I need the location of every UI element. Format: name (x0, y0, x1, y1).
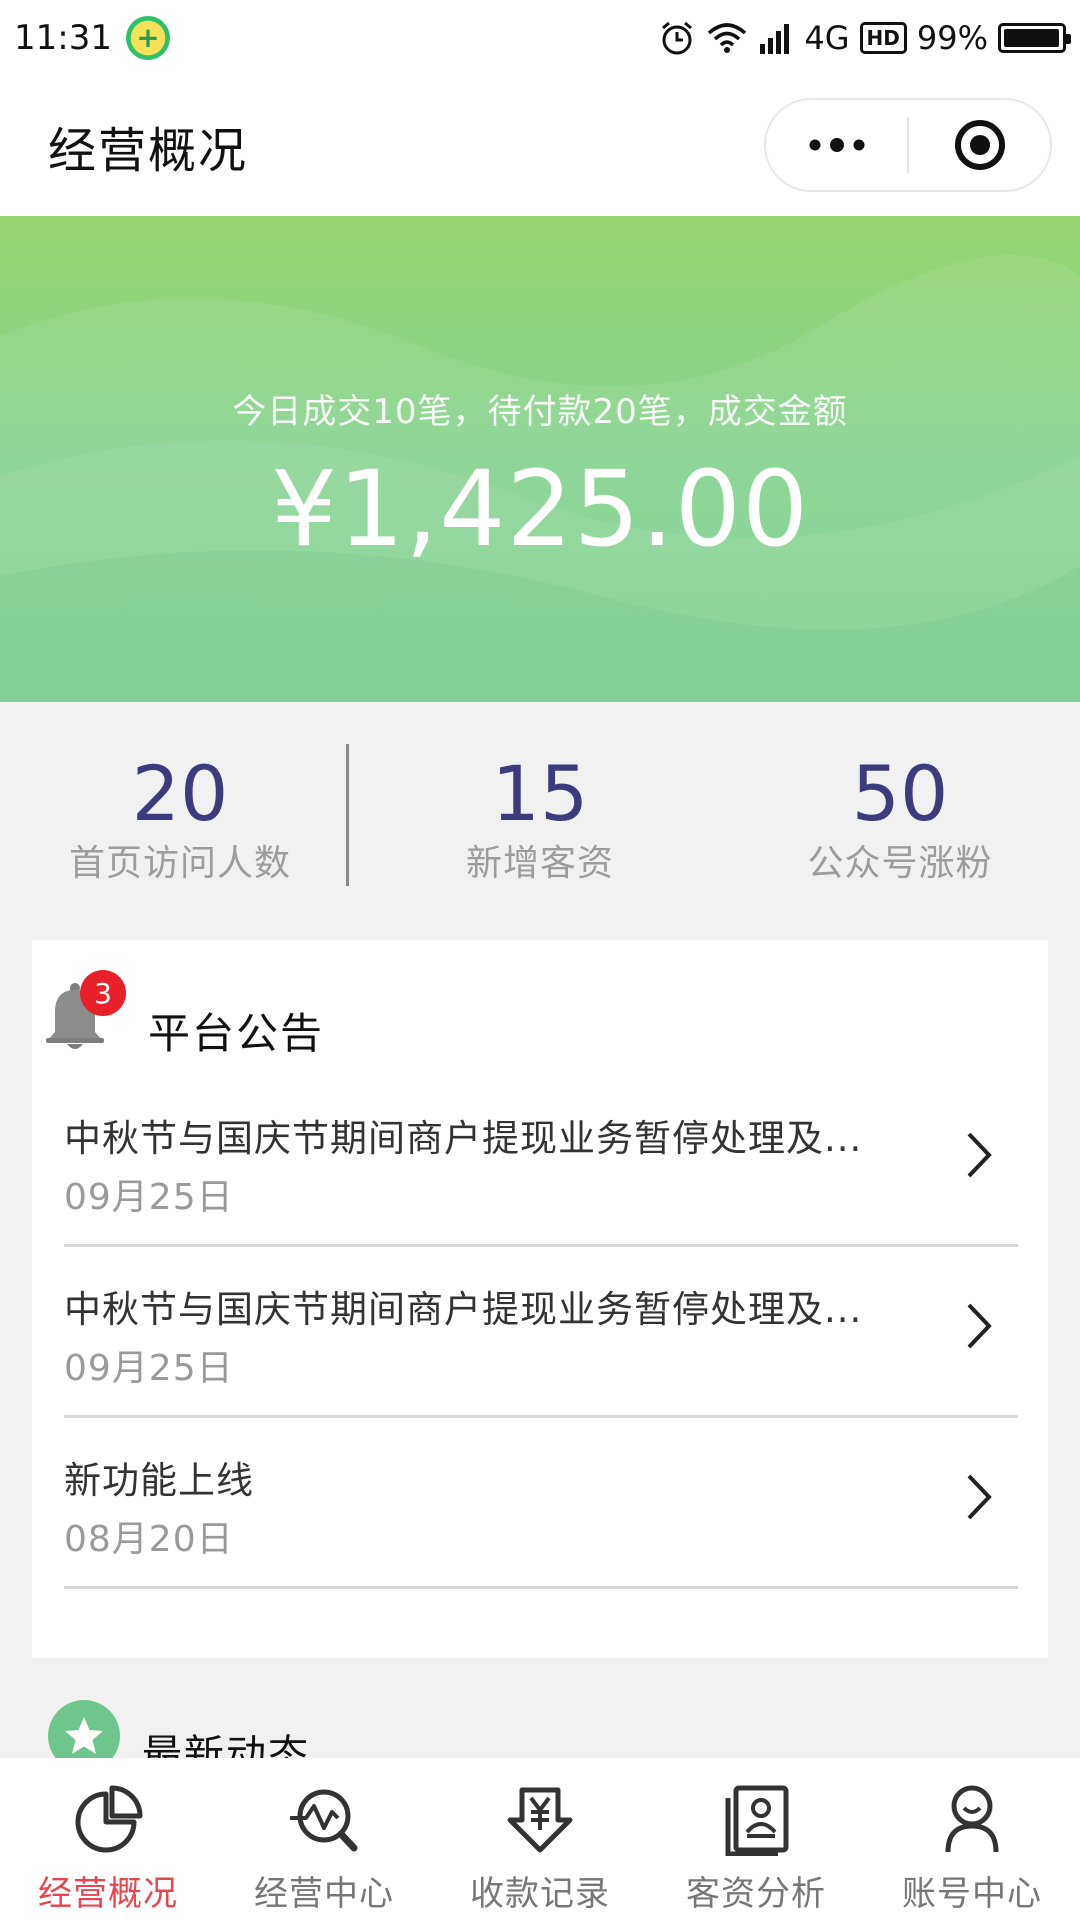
stat-value: 50 (851, 749, 949, 838)
sales-amount: ¥1,425.00 (270, 448, 810, 570)
notice-date: 09月25日 (64, 1177, 234, 1218)
notice-item[interactable]: 中秋节与国庆节期间商户提现业务暂停处理及... 09月25日 (64, 1247, 1018, 1418)
stats-divider (346, 744, 349, 886)
network-type: 4G (804, 19, 850, 57)
notice-title: 新功能上线 (64, 1459, 254, 1502)
yen-download-icon (500, 1780, 580, 1860)
tab-label: 经营中心 (254, 1874, 394, 1914)
stat-new-leads[interactable]: 15 新增客资 (360, 756, 720, 886)
alarm-icon (658, 19, 696, 57)
notice-date: 08月20日 (64, 1519, 234, 1560)
analytics-search-icon (284, 1780, 364, 1860)
chevron-right-icon (967, 1474, 992, 1520)
stats-row: 20 首页访问人数 15 新增客资 50 公众号涨粉 (0, 702, 1080, 940)
tab-label: 经营概况 (38, 1874, 178, 1914)
notice-item[interactable]: 新功能上线 08月20日 (64, 1418, 1018, 1589)
pie-chart-icon (68, 1780, 148, 1860)
stat-value: 15 (491, 749, 589, 838)
platform-notice-card: 3 平台公告 中秋节与国庆节期间商户提现业务暂停处理及... 09月25日 中秋… (32, 940, 1048, 1658)
chevron-right-icon (967, 1132, 992, 1178)
target-icon (954, 120, 1005, 170)
tab-label: 收款记录 (470, 1874, 610, 1914)
wifi-icon (706, 21, 748, 55)
user-icon (932, 1780, 1012, 1860)
tab-account-center[interactable]: 账号中心 (864, 1758, 1080, 1920)
sales-summary-text: 今日成交10笔，待付款20笔，成交金额 (232, 392, 848, 432)
status-bar: 11:31 + 4G HD 99% (0, 0, 1080, 76)
tab-lead-analysis[interactable]: 客资分析 (648, 1758, 864, 1920)
hd-icon: HD (859, 22, 907, 54)
notice-title: 中秋节与国庆节期间商户提现业务暂停处理及... (64, 1288, 863, 1331)
tab-label: 账号中心 (902, 1874, 1042, 1914)
notice-item[interactable]: 中秋节与国庆节期间商户提现业务暂停处理及... 09月25日 (64, 1076, 1018, 1247)
signal-icon (758, 22, 794, 54)
battery-percent: 99% (916, 19, 988, 57)
battery-icon (998, 23, 1071, 53)
battery-level (1004, 29, 1060, 47)
stat-value: 20 (131, 749, 229, 838)
app-notification-icon: + (125, 16, 170, 60)
notice-card-header: 3 平台公告 (32, 940, 1048, 1076)
stat-homepage-visitors[interactable]: 20 首页访问人数 (0, 756, 360, 886)
page-title: 经营概况 (48, 123, 249, 179)
nav-bar: 经营概况 (0, 76, 1080, 216)
contact-book-icon (716, 1780, 796, 1860)
stat-label: 新增客资 (465, 843, 614, 884)
bottom-tab-bar: 经营概况 经营中心 收款记录 客资分析 账号中心 (0, 1758, 1080, 1920)
more-button[interactable] (766, 100, 907, 190)
close-mini-program-button[interactable] (909, 100, 1050, 190)
tab-label: 客资分析 (686, 1874, 826, 1914)
notice-date: 09月25日 (64, 1348, 234, 1389)
notice-card-title: 平台公告 (148, 1009, 325, 1058)
notice-count-badge: 3 (80, 970, 126, 1016)
status-time: 11:31 (14, 18, 112, 58)
more-dots-icon (809, 138, 864, 152)
notice-title: 中秋节与国庆节期间商户提现业务暂停处理及... (64, 1117, 863, 1160)
chevron-right-icon (967, 1303, 992, 1349)
stat-label: 公众号涨粉 (807, 843, 993, 884)
tab-business-overview[interactable]: 经营概况 (0, 1758, 216, 1920)
tab-business-center[interactable]: 经营中心 (216, 1758, 432, 1920)
sales-summary-banner: 今日成交10笔，待付款20笔，成交金额 ¥1,425.00 (0, 216, 1080, 702)
mini-program-capsule (764, 98, 1052, 192)
stat-label: 首页访问人数 (68, 843, 291, 884)
tab-payment-records[interactable]: 收款记录 (432, 1758, 648, 1920)
stat-followers-gained[interactable]: 50 公众号涨粉 (720, 756, 1080, 886)
